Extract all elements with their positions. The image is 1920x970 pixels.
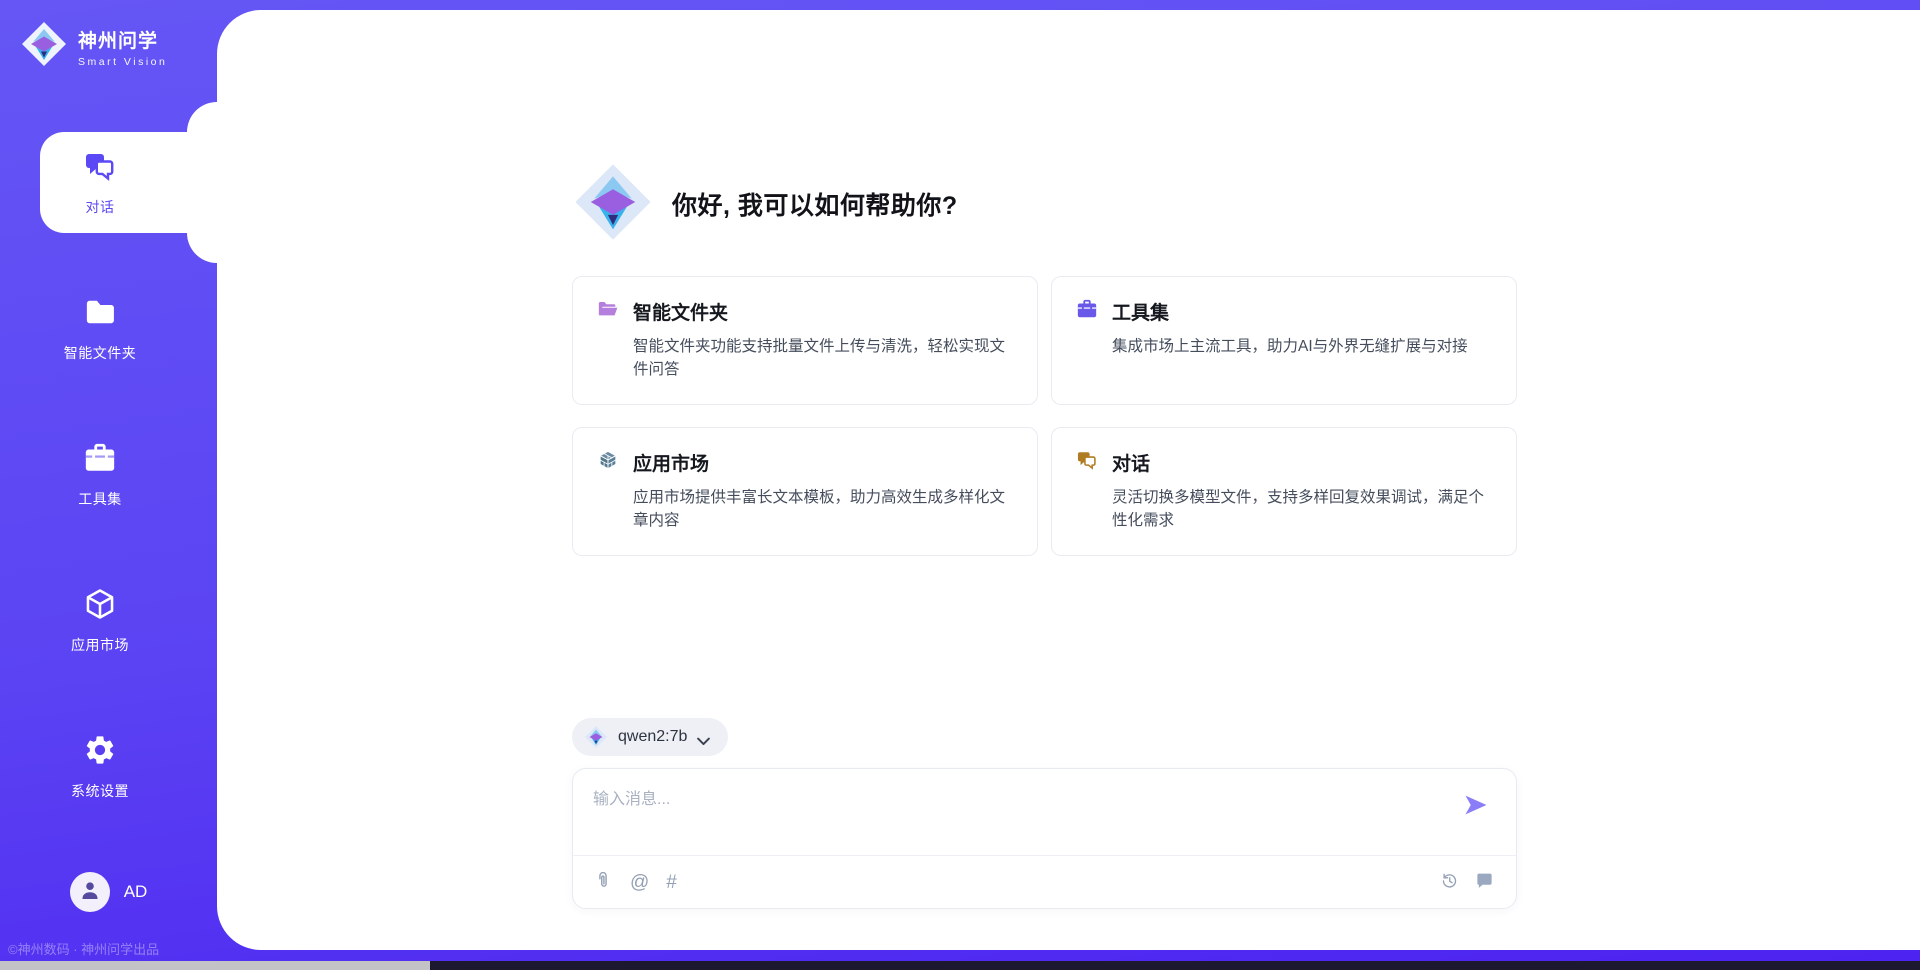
brand-name-cn: 神州问学 [78, 26, 167, 53]
model-selector[interactable]: qwen2:7b [572, 718, 728, 756]
sidebar-item-smart-folder[interactable]: 智能文件夹 [0, 278, 217, 379]
toolbox-icon [83, 441, 117, 480]
person-icon [78, 878, 102, 907]
sidebar-nav: 对话 智能文件夹 [0, 132, 217, 862]
feedback-bubble-icon[interactable] [1475, 871, 1494, 895]
card-title: 应用市场 [633, 449, 709, 476]
folder-open-icon [597, 298, 619, 325]
copyright-footer: ©神州数码 · 神州问学出品 [8, 939, 213, 958]
scrollbar-thumb[interactable] [0, 961, 430, 970]
chat-icon [83, 149, 117, 188]
brand-name-en: Smart Vision [78, 56, 167, 68]
folder-icon [83, 295, 117, 334]
brand: 神州问学 Smart Vision [20, 20, 167, 73]
horizontal-scrollbar[interactable] [0, 961, 1920, 970]
user-name: AD [124, 882, 148, 902]
paperclip-icon[interactable] [593, 870, 613, 895]
message-input[interactable] [593, 785, 1413, 843]
card-title: 工具集 [1112, 298, 1169, 325]
send-icon[interactable] [1462, 791, 1490, 819]
sidebar-item-app-market[interactable]: 应用市场 [0, 570, 217, 671]
sidebar-item-label: 智能文件夹 [64, 343, 137, 363]
sidebar-item-label: 工具集 [78, 489, 122, 509]
card-chat[interactable]: 对话 灵活切换多模型文件，支持多样回复效果调试，满足个性化需求 [1051, 427, 1517, 556]
history-icon[interactable] [1440, 871, 1459, 895]
composer-tools: @ # [593, 856, 677, 909]
greeting: 你好, 我可以如何帮助你? [572, 163, 958, 245]
card-description: 应用市场提供丰富长文本模板，助力高效生成多样化文章内容 [633, 486, 1013, 533]
chevron-down-icon [697, 733, 710, 742]
sidebar-item-toolset[interactable]: 工具集 [0, 424, 217, 525]
card-smart-folder[interactable]: 智能文件夹 智能文件夹功能支持批量文件上传与清洗，轻松实现文件问答 [572, 276, 1038, 405]
brand-text: 神州问学 Smart Vision [78, 26, 167, 68]
card-app-market[interactable]: 应用市场 应用市场提供丰富长文本模板，助力高效生成多样化文章内容 [572, 427, 1038, 556]
gear-icon [83, 733, 117, 772]
brand-diamond-logo-icon [20, 20, 68, 73]
sidebar-item-chat[interactable]: 对话 [0, 132, 217, 233]
model-name: qwen2:7b [618, 728, 687, 746]
mention-icon[interactable]: @ [630, 872, 649, 894]
card-description: 智能文件夹功能支持批量文件上传与清洗，轻松实现文件问答 [633, 335, 1013, 382]
card-description: 灵活切换多模型文件，支持多样回复效果调试，满足个性化需求 [1112, 486, 1492, 533]
composer-divider [573, 855, 1516, 856]
sidebar: 神州问学 Smart Vision 对话 [0, 0, 217, 970]
chat-icon [1076, 449, 1098, 476]
cube-mosaic-icon [597, 449, 619, 476]
composer-actions [1440, 856, 1494, 909]
diamond-logo-icon [572, 161, 654, 248]
main-content-panel: 你好, 我可以如何帮助你? 智能文件夹 智能文件夹功能支持批量文件上传与清洗，轻… [217, 10, 1920, 950]
cube-icon [83, 587, 117, 626]
card-title: 对话 [1112, 449, 1150, 476]
sidebar-item-label: 系统设置 [71, 781, 129, 801]
toolbox-icon [1076, 298, 1098, 325]
card-title: 智能文件夹 [633, 298, 728, 325]
sidebar-item-settings[interactable]: 系统设置 [0, 716, 217, 817]
sidebar-item-label: 对话 [86, 197, 115, 217]
diamond-logo-icon [584, 725, 608, 749]
card-toolset[interactable]: 工具集 集成市场上主流工具，助力AI与外界无缝扩展与对接 [1051, 276, 1517, 405]
card-description: 集成市场上主流工具，助力AI与外界无缝扩展与对接 [1112, 335, 1492, 358]
greeting-text: 你好, 我可以如何帮助你? [672, 186, 958, 222]
message-composer: @ # [572, 768, 1517, 909]
user-profile[interactable]: AD [0, 872, 217, 912]
topic-hash-icon[interactable]: # [666, 872, 677, 894]
avatar [70, 872, 110, 912]
feature-cards: 智能文件夹 智能文件夹功能支持批量文件上传与清洗，轻松实现文件问答 工具集 集成… [572, 276, 1517, 556]
sidebar-item-label: 应用市场 [71, 635, 129, 655]
